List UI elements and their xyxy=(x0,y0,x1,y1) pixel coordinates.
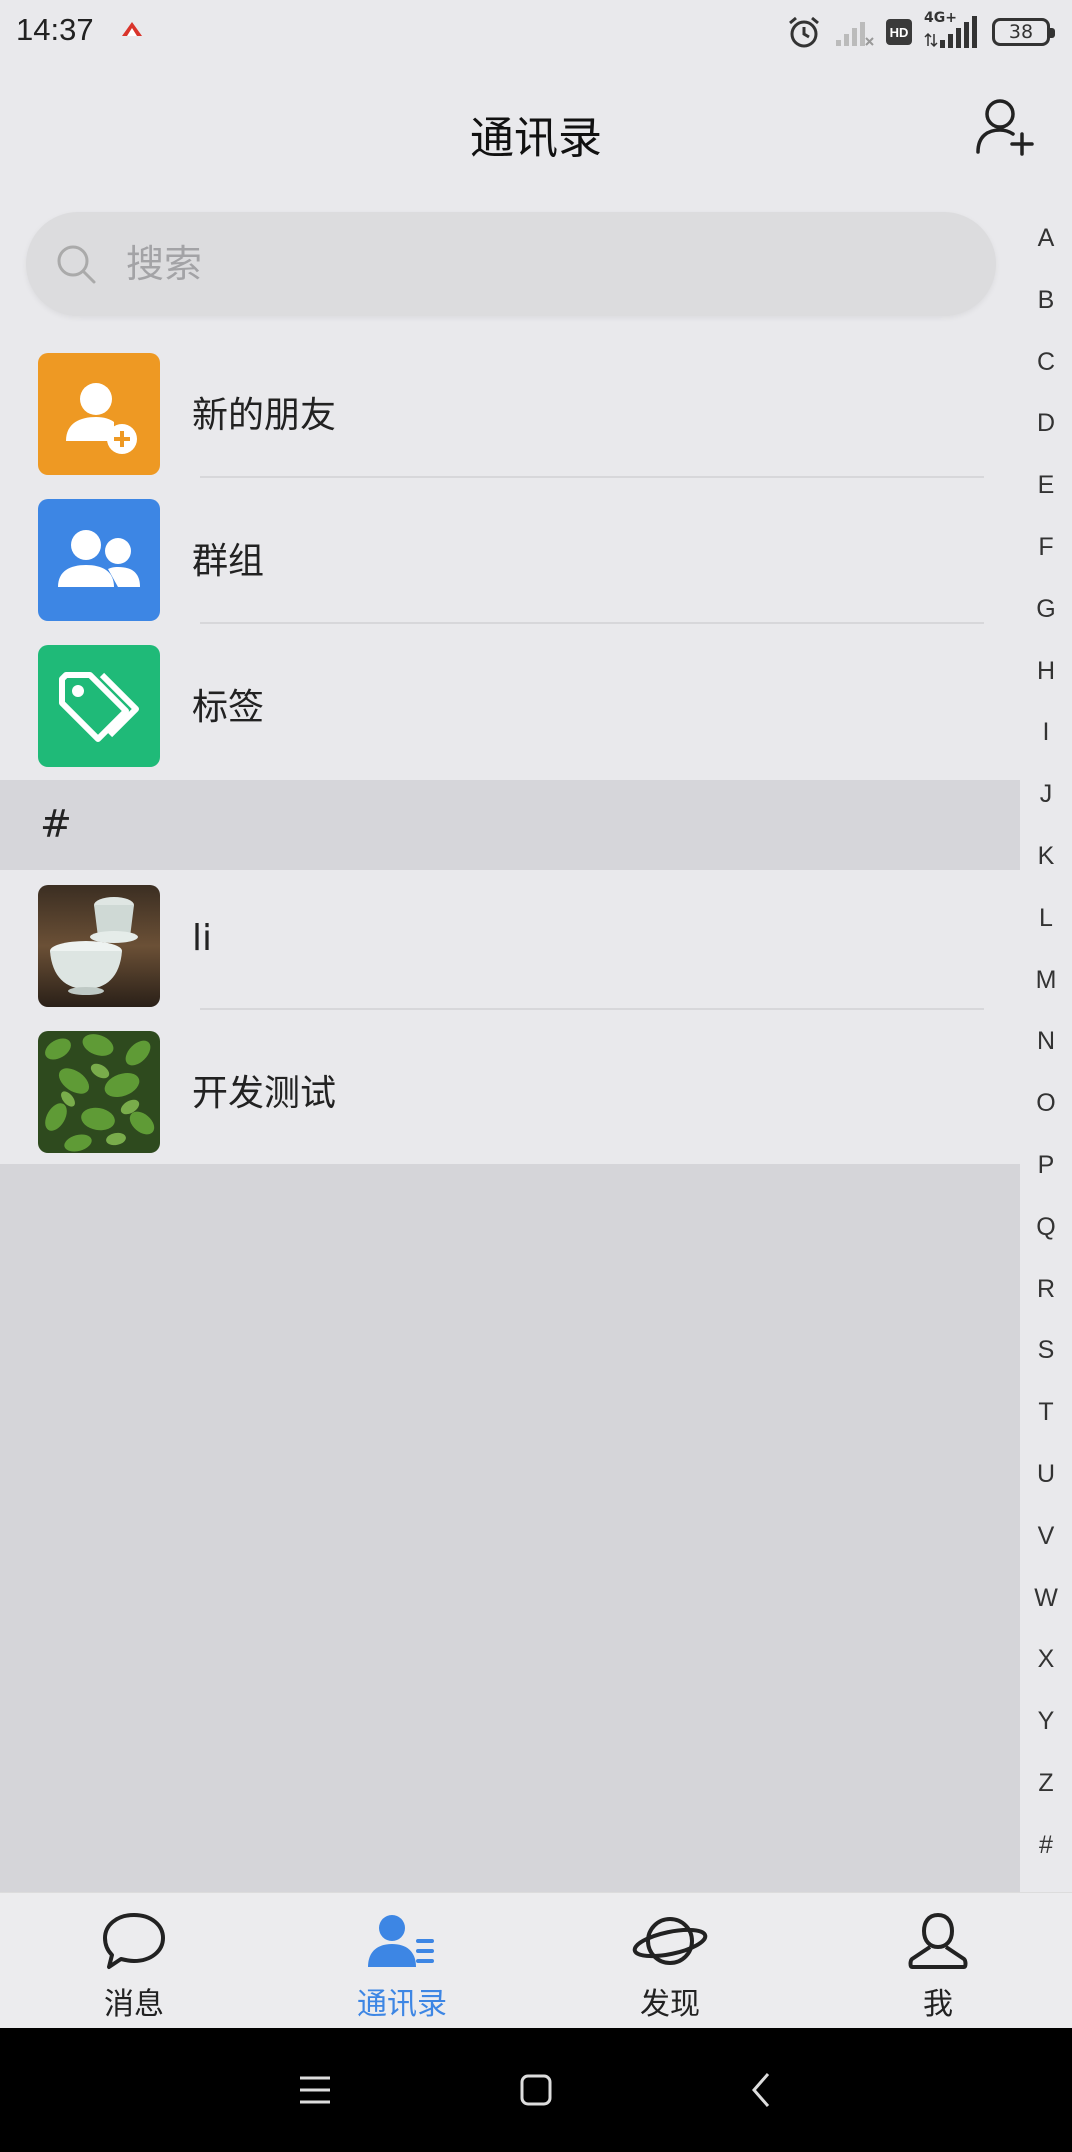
battery-icon: 38 xyxy=(992,18,1055,46)
header: 通讯录 xyxy=(0,62,1072,202)
index-letter[interactable]: F xyxy=(1038,517,1053,579)
search-icon xyxy=(57,245,96,284)
index-letter[interactable]: P xyxy=(1038,1135,1055,1197)
index-letter[interactable]: S xyxy=(1038,1320,1055,1382)
back-icon[interactable] xyxy=(736,2070,786,2110)
alarm-icon xyxy=(789,16,819,48)
add-person-icon xyxy=(976,99,1034,156)
tag-icon xyxy=(59,672,139,742)
add-person-icon xyxy=(66,383,137,454)
index-letter[interactable]: O xyxy=(1036,1073,1055,1135)
planet-icon xyxy=(632,1917,708,1965)
search-input[interactable] xyxy=(126,234,926,294)
chat-bubble-icon xyxy=(103,1913,165,1969)
page-title: 通讯录 xyxy=(470,113,602,164)
section-header-label: # xyxy=(40,802,72,846)
section-header: # xyxy=(0,780,1020,870)
notification-icon xyxy=(122,22,142,36)
group-icon xyxy=(58,530,140,587)
index-letter[interactable]: M xyxy=(1036,950,1057,1012)
alphabet-index[interactable]: A B C D E F G H I J K L M N O P Q R S T U V W X Y Z # xyxy=(1020,208,1072,1888)
index-letter[interactable]: I xyxy=(1043,702,1050,764)
index-letter[interactable]: C xyxy=(1037,332,1055,394)
index-letter[interactable]: X xyxy=(1038,1629,1055,1691)
index-letter[interactable]: U xyxy=(1037,1444,1055,1506)
index-letter[interactable]: D xyxy=(1037,393,1055,455)
index-letter[interactable]: Z xyxy=(1038,1753,1053,1815)
list-item-label: 标签 xyxy=(192,687,265,728)
contact-avatar xyxy=(38,885,160,1007)
index-letter[interactable]: A xyxy=(1038,208,1055,270)
list-item-label: 群组 xyxy=(192,541,265,582)
tags-avatar xyxy=(38,645,160,767)
battery-level: 38 xyxy=(1008,21,1034,43)
tab-contacts[interactable]: 通讯录 xyxy=(268,1893,536,2029)
index-letter[interactable]: V xyxy=(1038,1506,1055,1568)
tea-cups-photo xyxy=(38,885,160,1007)
new-friends-avatar xyxy=(38,353,160,475)
index-letter[interactable]: Q xyxy=(1036,1197,1055,1259)
index-letter[interactable]: B xyxy=(1038,270,1055,332)
hd-badge: HD xyxy=(886,19,912,45)
index-letter[interactable]: W xyxy=(1034,1568,1058,1630)
list-item-label: 新的朋友 xyxy=(192,395,337,436)
tab-discover[interactable]: 发现 xyxy=(536,1893,804,2029)
contact-row[interactable]: li xyxy=(0,860,1020,1010)
signal-4g-icon: 4G+ xyxy=(924,10,980,52)
index-letter[interactable]: R xyxy=(1037,1259,1055,1321)
contact-avatar xyxy=(38,1031,160,1153)
index-letter[interactable]: H xyxy=(1037,641,1055,703)
index-letter[interactable]: Y xyxy=(1038,1691,1055,1753)
add-contact-button[interactable] xyxy=(972,92,1042,162)
index-letter[interactable]: G xyxy=(1036,579,1055,641)
index-letter[interactable]: E xyxy=(1038,455,1055,517)
list-item-groups[interactable]: 群组 xyxy=(0,474,1020,624)
list-item-new-friends[interactable]: 新的朋友 xyxy=(0,328,1020,478)
contact-name: li xyxy=(192,918,213,959)
empty-area xyxy=(0,1164,1020,1892)
groups-avatar xyxy=(38,499,160,621)
index-letter[interactable]: K xyxy=(1038,826,1055,888)
bottom-navigation: 消息 通讯录 发现 我 xyxy=(0,1892,1072,2029)
signal-empty-icon xyxy=(836,22,874,46)
contacts-icon xyxy=(368,1915,434,1967)
index-letter[interactable]: T xyxy=(1038,1382,1053,1444)
contact-row[interactable]: 开发测试 xyxy=(0,1006,1020,1153)
tab-label: 通讯录 xyxy=(357,1987,447,2022)
index-letter[interactable]: # xyxy=(1039,1815,1053,1877)
status-time: 14:37 xyxy=(16,12,94,47)
tab-label: 发现 xyxy=(640,1987,700,2022)
system-navigation-bar xyxy=(0,2028,1072,2152)
index-letter[interactable]: J xyxy=(1040,764,1053,826)
tab-label: 消息 xyxy=(104,1987,164,2022)
green-leaves-photo xyxy=(38,1031,160,1153)
menu-icon[interactable] xyxy=(290,2070,340,2110)
search-bar[interactable] xyxy=(26,212,996,316)
status-bar: 14:37 HD 4G+ 38 xyxy=(0,0,1072,62)
list-item-tags[interactable]: 标签 xyxy=(0,620,1020,767)
tab-label: 我 xyxy=(923,1987,953,2022)
contact-name: 开发测试 xyxy=(192,1073,337,1114)
tab-me[interactable]: 我 xyxy=(804,1893,1072,2029)
tab-messages[interactable]: 消息 xyxy=(0,1893,268,2029)
index-letter[interactable]: L xyxy=(1039,888,1053,950)
person-icon xyxy=(908,1912,968,1969)
home-icon[interactable] xyxy=(511,2070,561,2110)
index-letter[interactable]: N xyxy=(1037,1011,1055,1073)
